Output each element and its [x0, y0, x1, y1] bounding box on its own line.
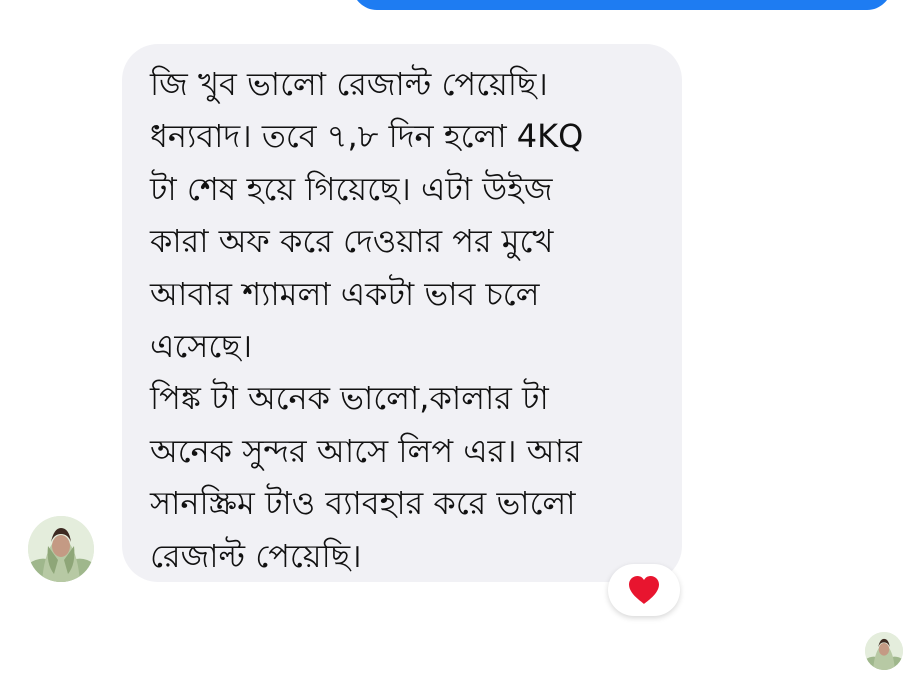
seen-avatar [865, 632, 903, 670]
incoming-message-row: জি খুব ভালো রেজাল্ট পেয়েছি। ধন্যবাদ। তব… [0, 0, 918, 686]
message-reaction[interactable] [608, 564, 680, 616]
message-text: জি খুব ভালো রেজাল্ট পেয়েছি। ধন্যবাদ। তব… [150, 65, 584, 575]
avatar-photo [865, 632, 903, 670]
chat-screen: জি খুব ভালো রেজাল্ট পেয়েছি। ধন্যবাদ। তব… [0, 0, 918, 686]
received-message-bubble[interactable]: জি খুব ভালো রেজাল্ট পেয়েছি। ধন্যবাদ। তব… [122, 44, 682, 582]
avatar-photo [28, 516, 94, 582]
heart-icon [629, 576, 659, 604]
sender-avatar[interactable] [28, 516, 94, 582]
